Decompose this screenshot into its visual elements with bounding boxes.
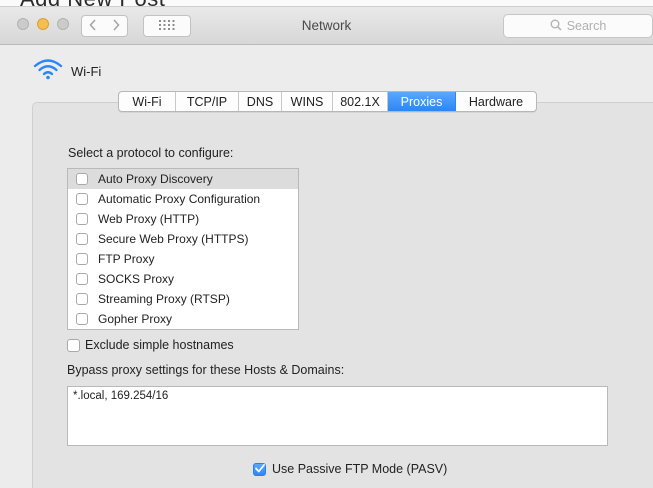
tab-tcpip[interactable]: TCP/IP — [176, 92, 239, 111]
list-item[interactable]: Gopher Proxy — [68, 309, 298, 329]
wifi-icon — [33, 58, 63, 85]
protocol-checkbox[interactable] — [76, 173, 88, 185]
protocol-list[interactable]: Auto Proxy Discovery Automatic Proxy Con… — [67, 168, 299, 330]
protocol-checkbox[interactable] — [76, 253, 88, 265]
protocol-checkbox[interactable] — [76, 213, 88, 225]
protocol-checkbox[interactable] — [76, 293, 88, 305]
bypass-label: Bypass proxy settings for these Hosts & … — [67, 363, 345, 377]
protocol-label: Secure Web Proxy (HTTPS) — [98, 232, 249, 246]
tab-8021x[interactable]: 802.1X — [333, 92, 388, 111]
protocol-label: FTP Proxy — [98, 252, 155, 266]
tab-bar: Wi-Fi TCP/IP DNS WINS 802.1X Proxies Har… — [118, 91, 537, 112]
bypass-hosts-field[interactable]: *.local, 169.254/16 — [67, 386, 608, 446]
interface-name: Wi-Fi — [71, 63, 102, 79]
list-item[interactable]: Automatic Proxy Configuration — [68, 189, 298, 209]
list-item[interactable]: FTP Proxy — [68, 249, 298, 269]
tab-dns[interactable]: DNS — [239, 92, 282, 111]
list-item[interactable]: Secure Web Proxy (HTTPS) — [68, 229, 298, 249]
protocol-label: SOCKS Proxy — [98, 272, 175, 286]
tab-wifi[interactable]: Wi-Fi — [119, 92, 176, 111]
exclude-simple-hostnames-checkbox[interactable] — [67, 338, 80, 352]
list-item[interactable]: Auto Proxy Discovery — [68, 169, 298, 189]
protocol-section-label: Select a protocol to configure: — [68, 146, 234, 160]
search-placeholder: Search — [566, 19, 607, 33]
protocol-label: Automatic Proxy Configuration — [98, 192, 261, 206]
tab-hardware[interactable]: Hardware — [456, 92, 536, 111]
passive-ftp-label: Use Passive FTP Mode (PASV) — [272, 462, 448, 476]
interface-header: Wi-Fi — [33, 58, 102, 85]
protocol-label: Streaming Proxy (RTSP) — [98, 292, 230, 306]
title-bar: Network Search — [0, 7, 653, 45]
exclude-simple-hostnames[interactable]: Exclude simple hostnames — [67, 336, 234, 354]
checkmark-icon — [254, 462, 265, 476]
tab-proxies[interactable]: Proxies — [388, 92, 456, 111]
passive-ftp-option[interactable]: Use Passive FTP Mode (PASV) — [253, 460, 447, 478]
protocol-checkbox[interactable] — [76, 313, 88, 325]
search-field[interactable]: Search — [503, 14, 653, 38]
protocol-checkbox[interactable] — [76, 273, 88, 285]
list-item[interactable]: SOCKS Proxy — [68, 269, 298, 289]
protocol-label: Web Proxy (HTTP) — [98, 212, 200, 226]
tab-wins[interactable]: WINS — [282, 92, 333, 111]
list-item[interactable]: Web Proxy (HTTP) — [68, 209, 298, 229]
exclude-simple-hostnames-label: Exclude simple hostnames — [85, 338, 234, 352]
search-icon — [550, 19, 562, 34]
list-item[interactable]: Streaming Proxy (RTSP) — [68, 289, 298, 309]
protocol-checkbox[interactable] — [76, 193, 88, 205]
passive-ftp-checkbox[interactable] — [253, 462, 266, 476]
protocol-checkbox[interactable] — [76, 233, 88, 245]
protocol-label: Gopher Proxy — [98, 312, 173, 326]
protocol-label: Auto Proxy Discovery — [98, 172, 213, 186]
